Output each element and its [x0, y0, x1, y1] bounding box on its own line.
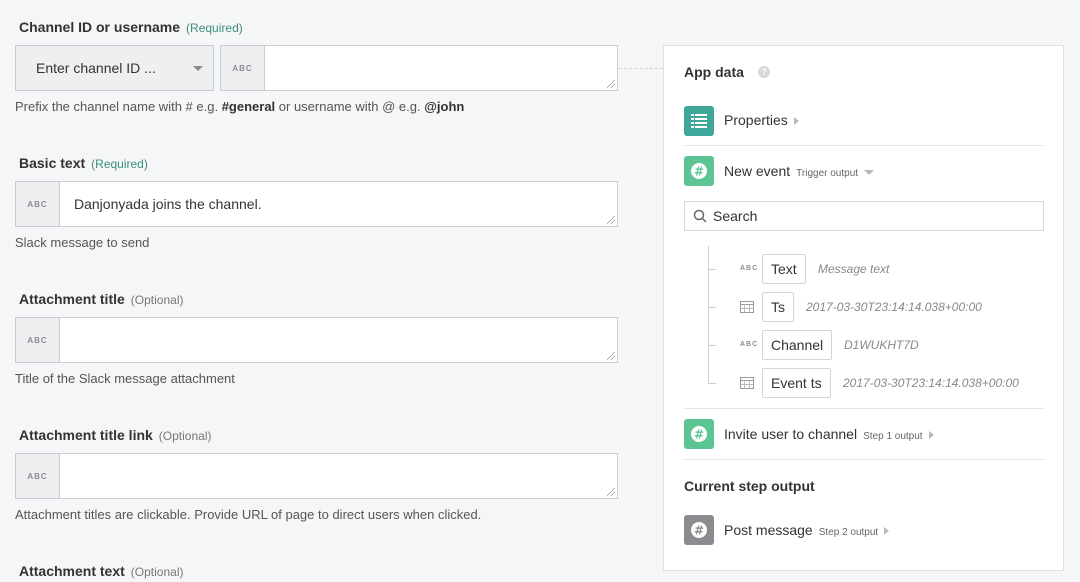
- tree-branch: [708, 269, 716, 270]
- list-icon: [684, 106, 714, 136]
- channel-field-label: Channel ID or username (Required): [19, 19, 243, 35]
- field-chip[interactable]: Event ts: [762, 368, 831, 398]
- resize-handle-icon[interactable]: [607, 216, 615, 224]
- field-chip[interactable]: Text: [762, 254, 806, 284]
- resize-handle-icon[interactable]: [607, 80, 615, 88]
- type-badge: ABC: [220, 45, 264, 91]
- tree-branch: [708, 345, 716, 346]
- field-value: 2017-03-30T23:14:14.038+00:00: [806, 300, 982, 314]
- tree-branch: [708, 307, 716, 308]
- chevron-down-icon: [193, 66, 203, 71]
- field-row-event-ts[interactable]: Event ts 2017-03-30T23:14:14.038+00:00: [708, 368, 1038, 398]
- app-data-panel: App data ? Properties # New event Trigger…: [663, 45, 1064, 571]
- attachment-title-link-input[interactable]: [59, 453, 618, 499]
- basic-text-input[interactable]: Danjonyada joins the channel.: [59, 181, 618, 227]
- basic-text-row: ABC Danjonyada joins the channel.: [15, 181, 618, 227]
- channel-type-dropdown[interactable]: Enter channel ID ...: [15, 45, 214, 91]
- basic-text-hint: Slack message to send: [15, 235, 150, 250]
- optional-tag: (Optional): [158, 429, 212, 443]
- svg-text:#: #: [694, 428, 704, 442]
- attachment-title-label: Attachment title (Optional): [19, 291, 183, 307]
- resize-handle-icon[interactable]: [607, 352, 615, 360]
- invite-user-item[interactable]: Invite user to channel Step 1 output: [724, 426, 934, 442]
- new-event-label: New event: [724, 163, 791, 179]
- attachment-title-label-text: Attachment title: [19, 291, 125, 307]
- step-output-tag: Step 2 output: [818, 527, 879, 538]
- channel-input[interactable]: [264, 45, 618, 91]
- attachment-title-link-label: Attachment title link (Optional): [19, 427, 211, 443]
- field-row-ts[interactable]: Ts 2017-03-30T23:14:14.038+00:00: [708, 292, 1038, 322]
- divider: [684, 408, 1044, 409]
- field-row-text[interactable]: ABC Text Message text: [708, 254, 1008, 284]
- attachment-title-link-label-text: Attachment title link: [19, 427, 153, 443]
- calendar-icon: [740, 376, 754, 394]
- hint-example-john: @john: [424, 99, 465, 114]
- channel-hint: Prefix the channel name with # e.g. #gen…: [15, 99, 464, 114]
- field-chip[interactable]: Channel: [762, 330, 833, 360]
- chevron-right-icon: [793, 117, 799, 126]
- field-value: 2017-03-30T23:14:14.038+00:00: [843, 376, 1019, 390]
- type-badge: ABC: [15, 181, 59, 227]
- properties-label: Properties: [724, 112, 788, 128]
- resize-handle-icon[interactable]: [607, 488, 615, 496]
- divider: [684, 145, 1044, 146]
- basic-text-label: Basic text (Required): [19, 155, 148, 171]
- hint-example-general: #general: [221, 99, 276, 114]
- trigger-output-tag: Trigger output: [796, 168, 859, 179]
- slack-icon: #: [684, 515, 714, 545]
- type-badge: ABC: [740, 341, 759, 348]
- channel-label-text: Channel ID or username: [19, 19, 181, 35]
- type-badge: ABC: [15, 317, 59, 363]
- dropdown-value: Enter channel ID ...: [36, 60, 156, 76]
- type-badge: ABC: [740, 265, 759, 272]
- field-value: D1WUKHT7D: [844, 338, 919, 352]
- attachment-text-label-text: Attachment text: [19, 563, 125, 579]
- attachment-title-input[interactable]: [59, 317, 618, 363]
- chevron-down-icon: [864, 169, 875, 175]
- search-placeholder: Search: [713, 208, 758, 224]
- basic-text-label-text: Basic text: [19, 155, 86, 171]
- attachment-title-link-hint: Attachment titles are clickable. Provide…: [15, 507, 482, 522]
- channel-input-row: ABC: [220, 45, 618, 91]
- svg-text:#: #: [694, 165, 704, 179]
- help-icon[interactable]: ?: [758, 66, 770, 78]
- panel-title: App data: [684, 64, 744, 80]
- properties-item[interactable]: Properties: [724, 112, 799, 128]
- connector-line: [619, 68, 663, 69]
- type-badge: ABC: [15, 453, 59, 499]
- svg-text:#: #: [694, 524, 704, 538]
- attachment-title-row: ABC: [15, 317, 618, 363]
- step-output-tag: Step 1 output: [863, 431, 923, 442]
- divider: [684, 459, 1044, 460]
- search-icon: [693, 209, 707, 226]
- required-tag: (Required): [186, 21, 243, 35]
- field-chip[interactable]: Ts: [762, 292, 794, 322]
- post-message-item[interactable]: Post message Step 2 output: [724, 522, 890, 538]
- field-value: Message text: [818, 262, 890, 276]
- optional-tag: (Optional): [130, 565, 184, 579]
- optional-tag: (Optional): [130, 293, 184, 307]
- attachment-title-link-row: ABC: [15, 453, 618, 499]
- basic-text-value: Danjonyada joins the channel.: [74, 196, 262, 212]
- post-message-label: Post message: [724, 522, 813, 538]
- current-step-title: Current step output: [684, 478, 815, 494]
- new-event-item[interactable]: New event Trigger output: [724, 163, 875, 179]
- field-row-channel[interactable]: ABC Channel D1WUKHT7D: [708, 330, 1008, 360]
- hint-prefix: Prefix the channel name with # e.g.: [15, 99, 222, 114]
- hint-mid: or username with @ e.g.: [275, 99, 425, 114]
- chevron-right-icon: [928, 431, 934, 440]
- tree-branch: [708, 383, 716, 384]
- slack-icon: #: [684, 156, 714, 186]
- invite-user-label: Invite user to channel: [724, 426, 858, 442]
- required-tag: (Required): [91, 157, 148, 171]
- slack-icon: #: [684, 419, 714, 449]
- calendar-icon: [740, 300, 754, 318]
- attachment-text-label: Attachment text (Optional): [19, 563, 183, 579]
- search-input[interactable]: Search: [684, 201, 1044, 231]
- attachment-title-hint: Title of the Slack message attachment: [15, 371, 235, 386]
- chevron-right-icon: [884, 527, 890, 536]
